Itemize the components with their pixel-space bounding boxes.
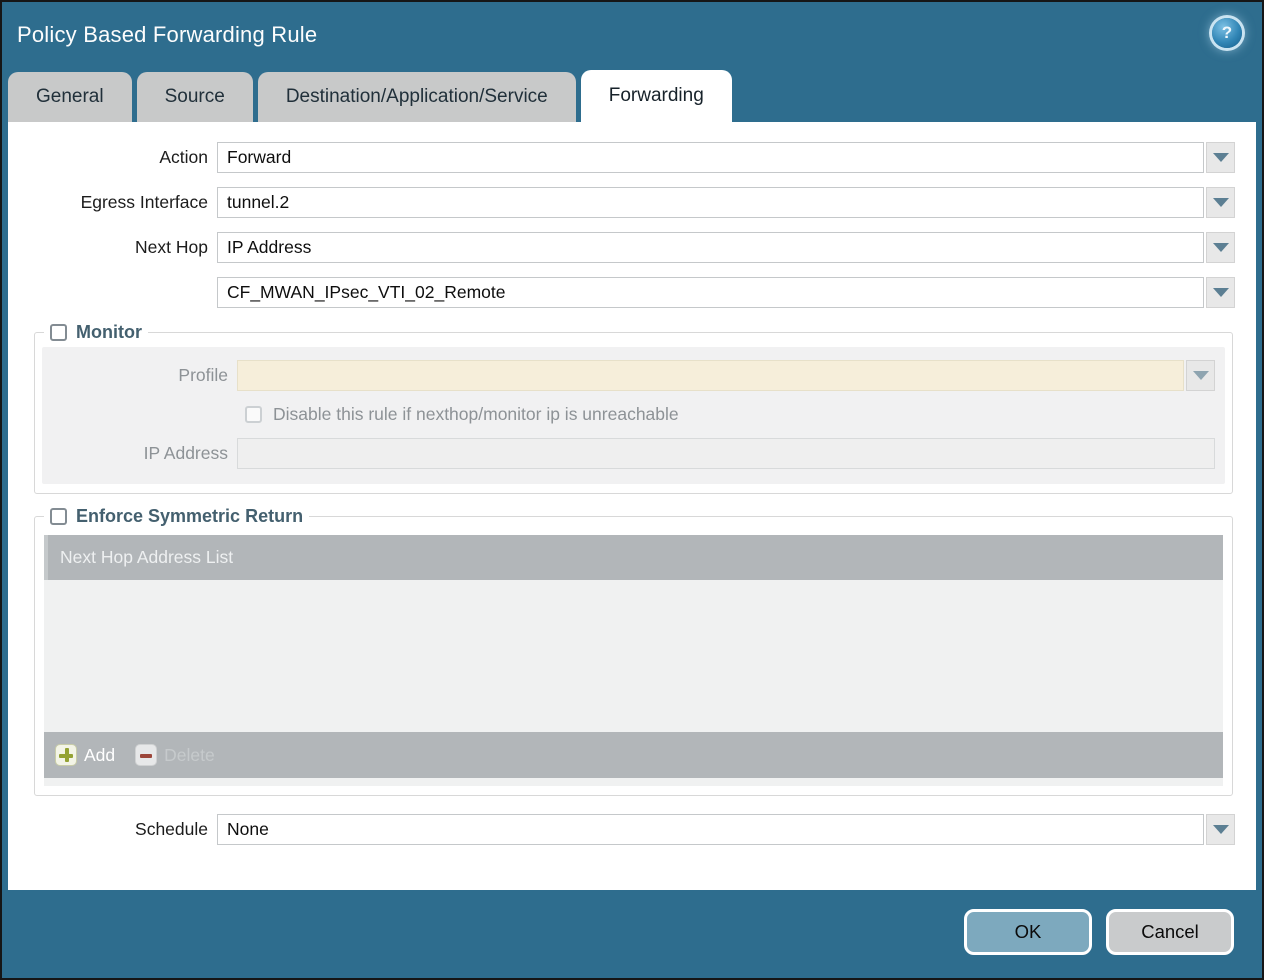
next-hop-address-dropdown-button[interactable] [1206,277,1235,308]
monitor-panel: Profile Disable this rule if nexthop/mon… [42,347,1225,484]
chevron-down-icon [1213,153,1229,162]
tab-bar: General Source Destination/Application/S… [8,72,732,122]
next-hop-row: Next Hop IP Address [18,232,1235,263]
monitor-ip-input [237,438,1215,469]
monitor-ip-row: IP Address [52,438,1215,469]
chevron-down-icon [1193,371,1209,380]
delete-button-label: Delete [164,745,215,766]
symmetric-return-title: Enforce Symmetric Return [76,506,303,527]
table-header-label: Next Hop Address List [60,547,233,568]
table-header: Next Hop Address List [44,535,1223,580]
ok-button[interactable]: OK [964,909,1092,955]
symmetric-return-checkbox[interactable] [50,508,67,525]
schedule-label: Schedule [18,819,208,840]
monitor-legend: Monitor [44,322,148,343]
chevron-down-icon [1213,825,1229,834]
next-hop-label: Next Hop [18,237,208,258]
monitor-section: Monitor Profile Disable this rule if nex… [34,322,1233,494]
dialog-title: Policy Based Forwarding Rule [17,22,317,48]
disable-rule-checkbox [245,406,262,423]
tab-content-forwarding: Action Forward Egress Interface tunnel.2… [8,122,1256,890]
disable-rule-label: Disable this rule if nexthop/monitor ip … [273,404,679,425]
egress-interface-dropdown-button[interactable] [1206,187,1235,218]
profile-label: Profile [52,365,228,386]
action-dropdown-button[interactable] [1206,142,1235,173]
next-hop-address-table: Next Hop Address List Add Delete [44,535,1223,778]
symmetric-return-legend: Enforce Symmetric Return [44,506,309,527]
add-button[interactable]: Add [55,744,115,766]
tab-source[interactable]: Source [137,72,253,122]
tab-forwarding[interactable]: Forwarding [581,70,732,122]
chevron-down-icon [1213,288,1229,297]
egress-interface-label: Egress Interface [18,192,208,213]
profile-dropdown-button [1186,360,1215,391]
monitor-title: Monitor [76,322,142,343]
tab-destination-application-service[interactable]: Destination/Application/Service [258,72,576,122]
schedule-row: Schedule None [18,814,1235,845]
action-row: Action Forward [18,142,1235,173]
chevron-down-icon [1213,243,1229,252]
chevron-down-icon [1213,198,1229,207]
monitor-checkbox[interactable] [50,324,67,341]
next-hop-address-row: CF_MWAN_IPsec_VTI_02_Remote [18,277,1235,308]
profile-select [237,360,1184,391]
minus-icon [135,744,157,766]
symmetric-return-section: Enforce Symmetric Return Next Hop Addres… [34,506,1233,796]
title-bar: Policy Based Forwarding Rule ? [2,2,1262,68]
help-icon[interactable]: ? [1212,18,1242,48]
schedule-select[interactable]: None [217,814,1204,845]
tab-general[interactable]: General [8,72,132,122]
cancel-button[interactable]: Cancel [1106,909,1234,955]
schedule-dropdown-button[interactable] [1206,814,1235,845]
table-bottom-strip [44,778,1223,786]
pbf-rule-dialog: Policy Based Forwarding Rule ? General S… [0,0,1264,980]
table-body[interactable] [44,580,1223,732]
next-hop-type-select[interactable]: IP Address [217,232,1204,263]
next-hop-dropdown-button[interactable] [1206,232,1235,263]
egress-interface-select[interactable]: tunnel.2 [217,187,1204,218]
delete-button: Delete [135,744,215,766]
profile-row: Profile [52,360,1215,391]
action-label: Action [18,147,208,168]
plus-icon [55,744,77,766]
dialog-footer: OK Cancel [2,886,1262,978]
next-hop-address-select[interactable]: CF_MWAN_IPsec_VTI_02_Remote [217,277,1204,308]
action-select[interactable]: Forward [217,142,1204,173]
table-footer: Add Delete [44,732,1223,778]
monitor-ip-label: IP Address [52,443,228,464]
disable-rule-row: Disable this rule if nexthop/monitor ip … [245,404,1215,425]
egress-interface-row: Egress Interface tunnel.2 [18,187,1235,218]
add-button-label: Add [84,745,115,766]
